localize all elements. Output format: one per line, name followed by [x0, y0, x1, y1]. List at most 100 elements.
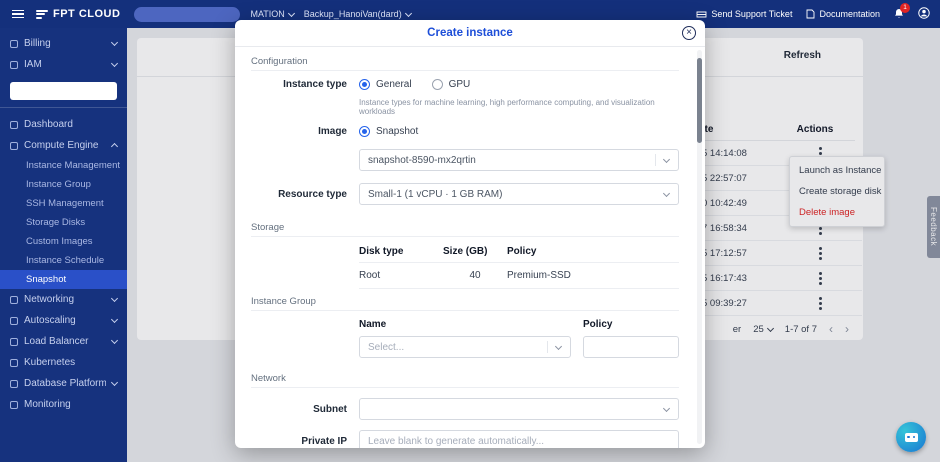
chevron-down-icon	[663, 404, 670, 411]
instance-group-policy-input[interactable]	[583, 336, 679, 358]
sidebar-item-compute-engine[interactable]: Compute Engine	[0, 135, 127, 156]
instance-group-name-placeholder: Select...	[368, 342, 404, 353]
resource-type-select[interactable]: Small-1 (1 vCPU · 1 GB RAM)	[359, 183, 679, 205]
top-bar-right: Send Support Ticket Documentation 1	[696, 7, 930, 21]
kubernetes-icon	[10, 359, 18, 367]
sidebar-item-custom-images[interactable]: Custom Images	[0, 232, 127, 251]
radio-gpu[interactable]	[432, 79, 443, 90]
header-search-input[interactable]	[134, 7, 240, 22]
sidebar-item-instance-management[interactable]: Instance Management	[0, 156, 127, 175]
chevron-down-icon	[111, 60, 118, 67]
modal-scrollbar-track[interactable]	[697, 50, 702, 444]
modal-scrollbar-thumb[interactable]	[697, 58, 702, 143]
radio-gpu-label: GPU	[449, 79, 471, 90]
sidebar-item-label: IAM	[24, 59, 106, 70]
instance-type-helper-row: Instance types for machine learning, hig…	[251, 98, 679, 118]
chevron-down-icon	[111, 379, 118, 386]
region-dropdown[interactable]: Backup_HanoiVan(dard)	[304, 9, 411, 19]
compute-engine-icon	[10, 142, 18, 150]
image-label: Image	[251, 126, 347, 137]
instance-type-helper-text: Instance types for machine learning, hig…	[359, 98, 679, 116]
section-heading-configuration: Configuration	[251, 49, 679, 71]
snapshot-select-row: snapshot-8590-mx2qrtin	[251, 149, 679, 171]
sidebar-item-label: Compute Engine	[24, 140, 106, 151]
modal-header: Create instance ×	[235, 20, 705, 47]
storage-cell-size: 40	[443, 263, 507, 289]
chevron-down-icon	[663, 189, 670, 196]
sidebar-item-label: Load Balancer	[24, 336, 106, 347]
instance-type-options: General GPU	[359, 79, 679, 90]
sidebar-item-monitoring[interactable]: Monitoring	[0, 394, 127, 415]
storage-cell-disk-type: Root	[359, 263, 443, 289]
app-root: FPT CLOUD MATION Backup_HanoiVan(dard) S…	[0, 0, 940, 462]
user-icon	[918, 7, 930, 19]
logo-text: FPT CLOUD	[53, 8, 120, 20]
create-instance-modal: Create instance × Configuration Instance…	[235, 20, 705, 448]
send-support-ticket-label: Send Support Ticket	[711, 9, 792, 19]
modal-body: Configuration Instance type General GPU …	[235, 47, 705, 448]
document-icon	[806, 9, 815, 19]
send-support-ticket-link[interactable]: Send Support Ticket	[696, 9, 792, 19]
logo-mark-icon	[36, 10, 48, 19]
sidebar-item-ssh-management[interactable]: SSH Management	[0, 194, 127, 213]
instance-type-label: Instance type	[251, 79, 347, 90]
sidebar-item-billing[interactable]: Billing	[0, 33, 127, 54]
networking-icon	[10, 296, 18, 304]
project-selector[interactable]	[10, 82, 117, 100]
monitoring-icon	[10, 401, 18, 409]
image-options: Snapshot	[359, 126, 679, 137]
image-row: Image Snapshot	[251, 126, 679, 137]
chat-assistant-fab[interactable]	[896, 422, 926, 452]
sidebar-item-label: Kubernetes	[24, 357, 117, 368]
sidebar-item-instance-group[interactable]: Instance Group	[0, 175, 127, 194]
user-menu-button[interactable]	[918, 7, 930, 21]
iam-icon	[10, 61, 18, 69]
storage-header-disk-type: Disk type	[359, 241, 443, 263]
chevron-down-icon	[111, 316, 118, 323]
close-icon[interactable]: ×	[682, 26, 696, 40]
chevron-up-icon	[111, 143, 118, 150]
fpt-cloud-logo[interactable]: FPT CLOUD	[36, 8, 120, 20]
storage-cell-policy: Premium-SSD	[507, 263, 679, 289]
section-heading-instance-group: Instance Group	[251, 289, 679, 311]
sidebar-item-snapshot[interactable]: Snapshot	[0, 270, 127, 289]
sidebar-item-iam[interactable]: IAM	[0, 54, 127, 75]
select-divider	[547, 341, 548, 353]
storage-table: Disk type Size (GB) Policy Root 40 Premi…	[359, 241, 679, 289]
notifications-button[interactable]: 1	[894, 8, 904, 21]
sidebar-item-dashboard[interactable]: Dashboard	[0, 114, 127, 135]
storage-header-policy: Policy	[507, 241, 679, 263]
sidebar-item-load-balancer[interactable]: Load Balancer	[0, 331, 127, 352]
documentation-link[interactable]: Documentation	[806, 9, 880, 19]
chevron-down-icon	[111, 295, 118, 302]
instance-group-name-select[interactable]: Select...	[359, 336, 571, 358]
sidebar-item-instance-schedule[interactable]: Instance Schedule	[0, 251, 127, 270]
sidebar-divider	[0, 107, 127, 108]
sidebar-item-kubernetes[interactable]: Kubernetes	[0, 352, 127, 373]
private-ip-input[interactable]	[359, 430, 679, 448]
radio-general[interactable]	[359, 79, 370, 90]
subnet-label: Subnet	[251, 404, 347, 415]
snapshot-select[interactable]: snapshot-8590-mx2qrtin	[359, 149, 679, 171]
sidebar-item-database-platform[interactable]: Database Platform	[0, 373, 127, 394]
instance-group-fields: Name Policy Select...	[359, 315, 679, 358]
region-dropdown-value: Backup_HanoiVan(dard)	[304, 9, 402, 19]
sidebar-item-networking[interactable]: Networking	[0, 289, 127, 310]
ticket-icon	[696, 10, 707, 19]
sidebar-item-autoscaling[interactable]: Autoscaling	[0, 310, 127, 331]
chevron-down-icon	[405, 9, 412, 16]
sidebar-item-label: Autoscaling	[24, 315, 106, 326]
sidebar-item-label: Billing	[24, 38, 106, 49]
chevron-down-icon	[111, 39, 118, 46]
snapshot-select-value: snapshot-8590-mx2qrtin	[368, 155, 476, 166]
sidebar-item-storage-disks[interactable]: Storage Disks	[0, 213, 127, 232]
subnet-select[interactable]	[359, 398, 679, 420]
sidebar-item-label: Networking	[24, 294, 106, 305]
instance-group-policy-header: Policy	[583, 315, 679, 336]
workspace-dropdown[interactable]: MATION	[250, 9, 293, 19]
private-ip-label: Private IP	[251, 436, 347, 447]
sidebar: Billing IAM Dashboard Compute Engine Ins…	[0, 28, 127, 462]
menu-icon[interactable]	[10, 8, 26, 21]
radio-snapshot[interactable]	[359, 126, 370, 137]
radio-general-label: General	[376, 79, 412, 90]
